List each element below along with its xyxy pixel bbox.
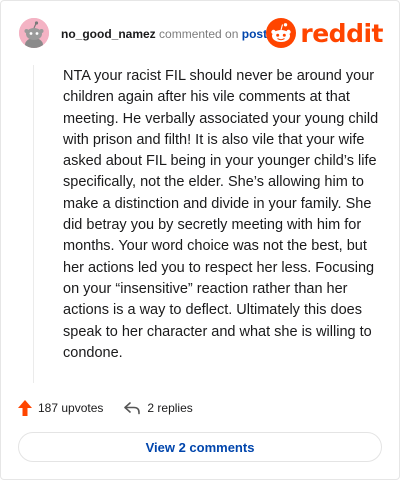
upvote-count: 187 upvotes — [38, 401, 104, 415]
upvote-button[interactable]: 187 upvotes — [18, 400, 103, 416]
reddit-snoo-icon — [266, 18, 297, 48]
comment-actions: 187 upvotes 2 replies — [18, 397, 193, 419]
upvote-arrow-icon — [18, 400, 32, 416]
username-link[interactable]: no_good_namez — [61, 27, 156, 41]
comment-meta: no_good_namez commented on post — [61, 26, 267, 42]
snoo-avatar-icon[interactable] — [19, 18, 49, 48]
post-link[interactable]: post — [242, 27, 267, 41]
comment-body: NTA your racist FIL should never be arou… — [63, 68, 379, 361]
thread-line — [33, 65, 34, 383]
reddit-logo: reddit — [266, 18, 383, 48]
reddit-wordmark: reddit — [300, 18, 383, 48]
commented-on-text: commented on — [159, 27, 239, 41]
comment-header: no_good_namez commented on post reddit — [1, 1, 399, 65]
reply-arrow-icon — [124, 402, 141, 415]
replies-button[interactable]: 2 replies — [123, 401, 193, 415]
view-comments-button[interactable]: View 2 comments — [18, 432, 382, 462]
reply-count: 2 replies — [147, 401, 193, 415]
comment-card: no_good_namez commented on post reddit N… — [0, 0, 400, 480]
